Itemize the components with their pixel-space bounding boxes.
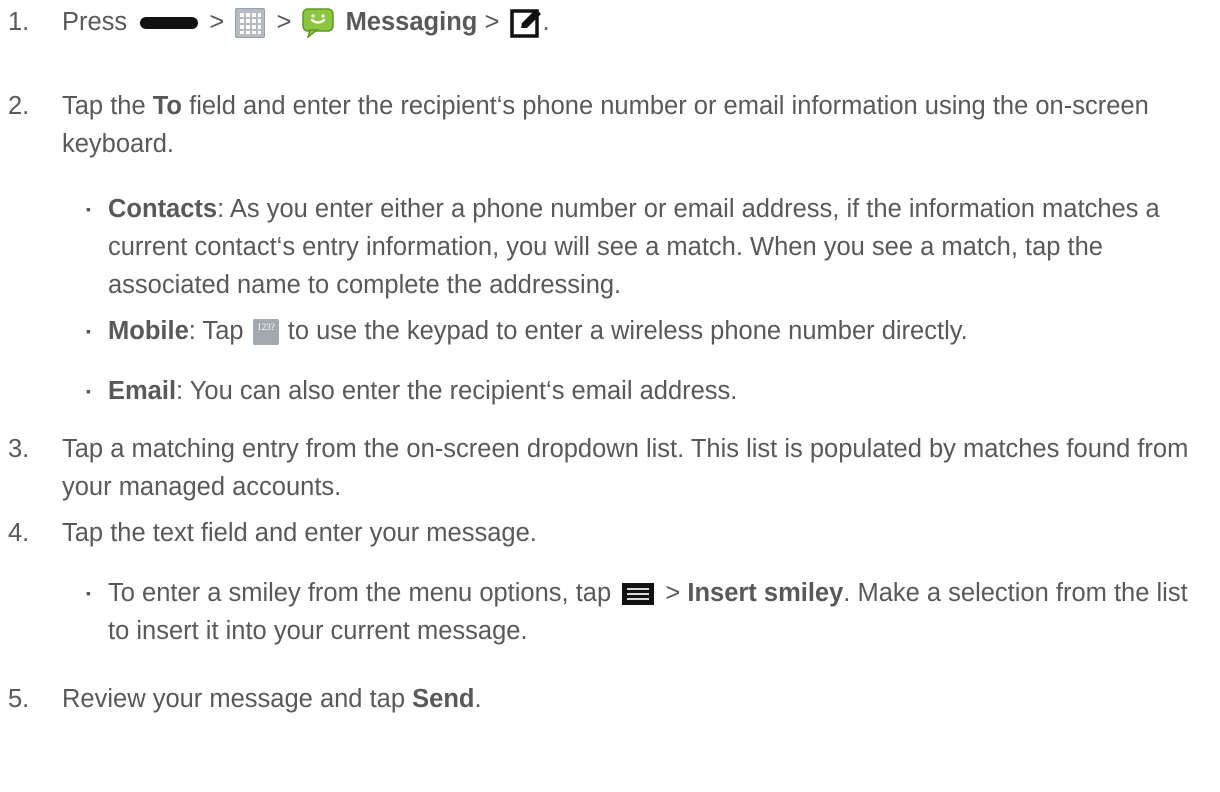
bullet: ▪ (86, 201, 91, 217)
instruction-document: 1. Press > > Messaging > . 2. Tap the To… (0, 0, 1220, 792)
bullet-text: Mobile: Tap 123? to use the keypad to en… (108, 312, 1208, 350)
step-number: 1. (8, 8, 30, 36)
step-number: 3. (8, 435, 30, 463)
insert-smiley-label: Insert smiley (687, 579, 844, 607)
text: to use the keypad to enter a wireless ph… (287, 317, 968, 345)
separator: > (276, 8, 292, 36)
period: . (474, 685, 482, 713)
bullet-text: Contacts: As you enter either a phone nu… (108, 190, 1208, 304)
keypad-icon-text: 123? (257, 322, 275, 332)
bullet: ▪ (86, 323, 91, 339)
mobile-label: Mobile (108, 317, 189, 345)
text: Tap the (62, 92, 146, 120)
text: field and enter the recipient‘s phone nu… (62, 92, 1149, 158)
separator: > (665, 579, 681, 607)
send-label: Send (412, 685, 475, 713)
step-number: 5. (8, 685, 30, 713)
step-text: Tap the To field and enter the recipient… (62, 87, 1208, 163)
compose-icon (510, 7, 542, 39)
text: Review your message and tap (62, 685, 406, 713)
separator: > (209, 8, 225, 36)
separator: > (484, 8, 500, 36)
bullet: ▪ (86, 585, 91, 601)
step-number: 2. (8, 92, 30, 120)
messaging-label: Messaging (345, 8, 478, 36)
text: : Tap (188, 317, 244, 345)
bullet-text: To enter a smiley from the menu options,… (108, 574, 1208, 650)
keypad-123-icon: 123? (252, 319, 279, 346)
step-text: Press > > Messaging > . (62, 3, 1208, 41)
messaging-app-icon (302, 8, 335, 39)
bullet: ▪ (86, 383, 91, 399)
press-text: Press (62, 8, 128, 36)
text: : As you enter either a phone number or … (108, 195, 1160, 299)
step-text: Tap a matching entry from the on-screen … (62, 435, 1189, 501)
menu-icon (622, 583, 655, 606)
text: To enter a smiley from the menu options,… (108, 579, 612, 607)
to-label: To (152, 92, 183, 120)
text: : You can also enter the recipient‘s ema… (176, 377, 738, 405)
period: . (542, 8, 550, 36)
home-key-icon (140, 17, 199, 30)
step-number: 4. (8, 519, 30, 547)
apps-grid-icon (235, 8, 266, 39)
step-text: Review your message and tap Send. (62, 680, 1208, 718)
email-label: Email (108, 377, 177, 405)
bullet-text: Email: You can also enter the recipient‘… (108, 372, 1208, 410)
contacts-label: Contacts (108, 195, 218, 223)
step-text: Tap the text field and enter your messag… (62, 519, 537, 547)
